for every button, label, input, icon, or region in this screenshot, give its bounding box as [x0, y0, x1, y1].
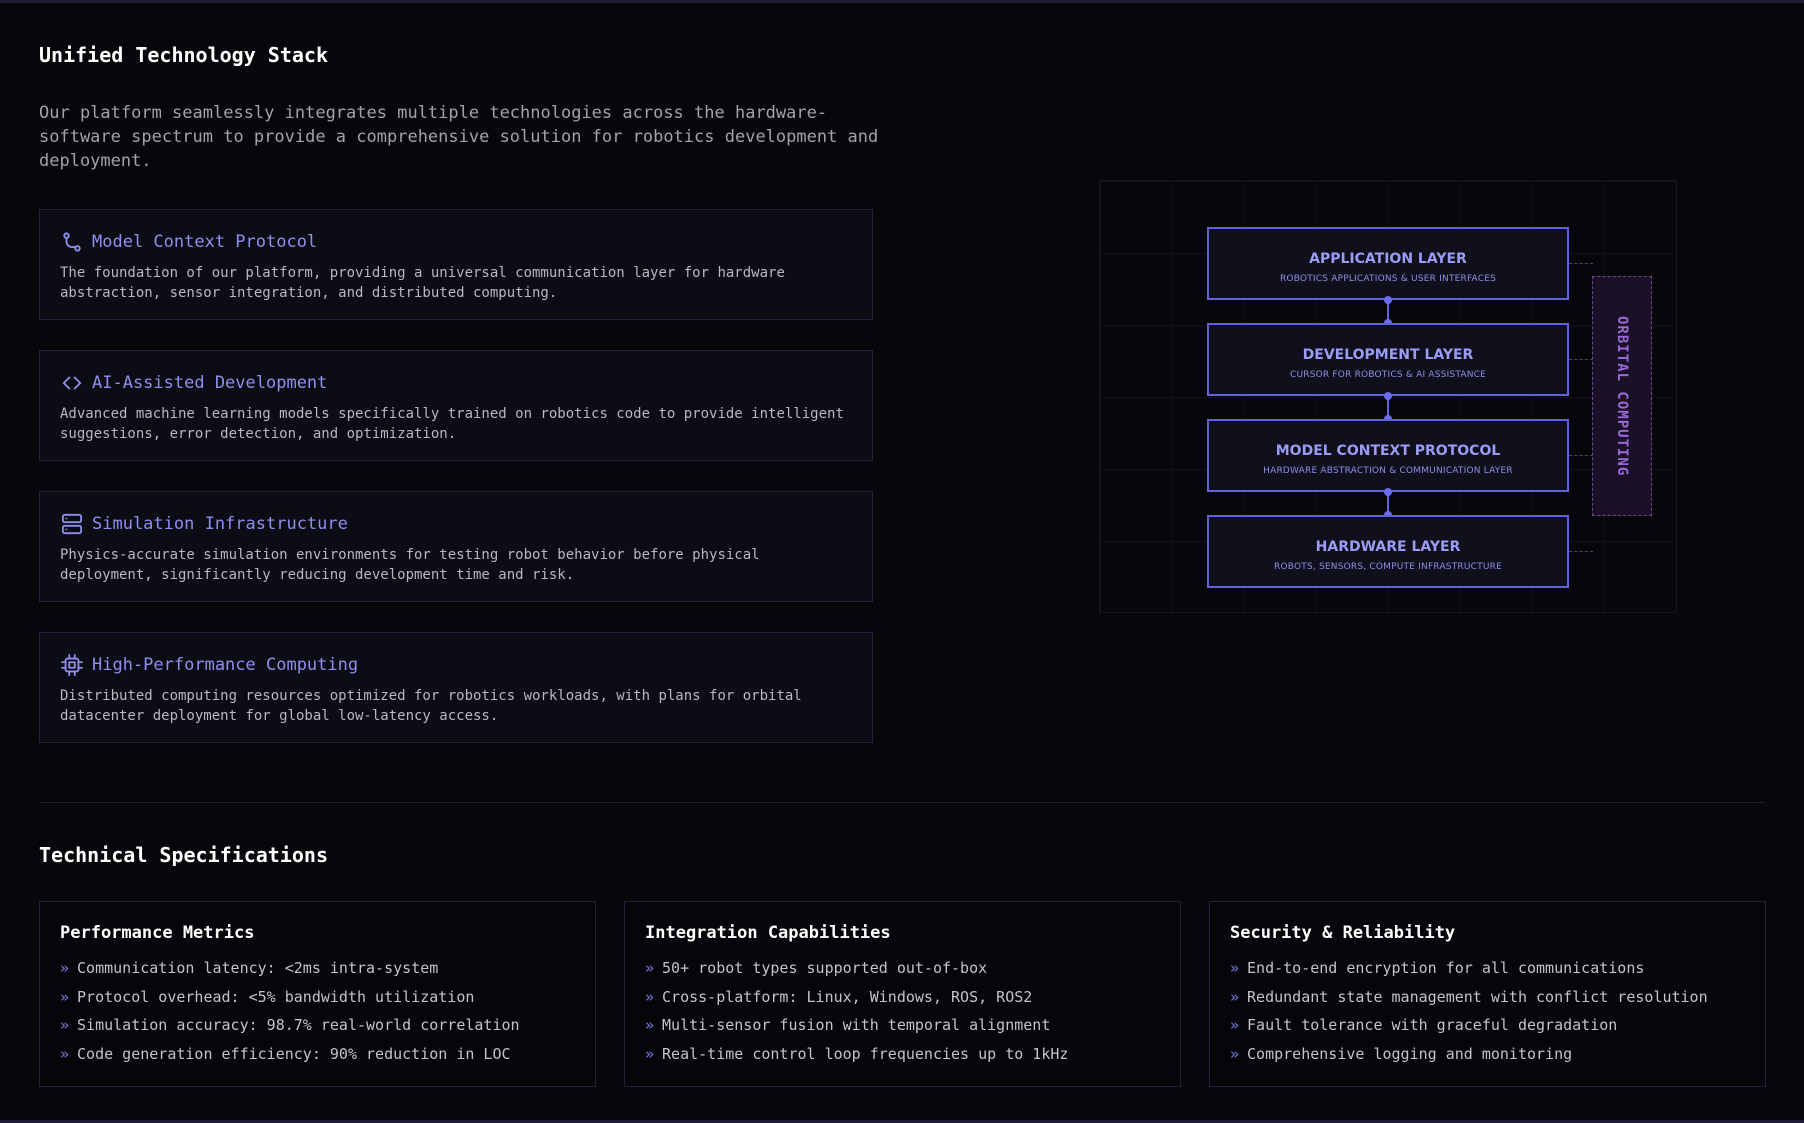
layer-hardware: HARDWARE LAYER ROBOTS, SENSORS, COMPUTE … [1207, 515, 1569, 588]
feature-description: Distributed computing resources optimize… [60, 688, 802, 724]
bullet-icon: » [645, 1016, 655, 1035]
stack-intro: Our platform seamlessly integrates multi… [39, 103, 879, 171]
layer-subtitle: CURSOR FOR ROBOTICS & AI ASSISTANCE [1289, 370, 1487, 380]
feature-title: Model Context Protocol [92, 232, 318, 252]
list-item: » End-to-end encryption for all communica… [1230, 959, 1645, 977]
feature-title: High-Performance Computing [92, 655, 359, 675]
orbital-link [1569, 359, 1593, 360]
list-item: » Real-time control loop frequencies up t… [645, 1045, 1069, 1064]
bullet-icon: » [1230, 1045, 1240, 1064]
layer-subtitle: HARDWARE ABSTRACTION & COMMUNICATION LAY… [1263, 466, 1513, 476]
feature-title: Simulation Infrastructure [92, 514, 348, 534]
bullet-icon: » [645, 959, 655, 977]
list-item: » Code generation efficiency: 90% reducti… [60, 1045, 511, 1064]
layer-title: DEVELOPMENT LAYER [1302, 347, 1474, 363]
list-item: » Comprehensive logging and monitoring [1230, 1045, 1573, 1064]
orbital-link [1569, 263, 1593, 264]
bullet-icon: » [1230, 987, 1240, 1006]
list-item: » Fault tolerance with graceful degradati… [1230, 1016, 1618, 1035]
feature-card-simulation-infrastructure: Simulation Infrastructure Physics-accura… [39, 491, 873, 602]
bullet-icon: » [1230, 1016, 1240, 1035]
bullet-icon: » [645, 987, 655, 1006]
spec-card-performance-metrics: Performance Metrics » Communication laten… [39, 901, 596, 1087]
feature-card-ai-assisted-development: AI-Assisted Development Advanced machine… [39, 350, 873, 461]
code-icon [60, 371, 84, 395]
bullet-icon: » [60, 1016, 70, 1035]
orbital-computing-label: ORBITAL COMPUTING [1614, 315, 1630, 477]
list-item: » Simulation accuracy: 98.7% real-world c… [60, 1016, 520, 1035]
layer-model-context-protocol: MODEL CONTEXT PROTOCOL HARDWARE ABSTRACT… [1207, 419, 1569, 492]
spec-card-title: Security & Reliability [1230, 923, 1456, 943]
list-item: » Communication latency: <2ms intra-syste… [60, 959, 439, 977]
spec-card-title: Integration Capabilities [645, 923, 891, 943]
orbital-link [1569, 455, 1593, 456]
spec-list: » End-to-end encryption for all communica… [1230, 958, 1745, 1073]
layer-title: APPLICATION LAYER [1309, 251, 1467, 267]
spec-list: » Communication latency: <2ms intra-syste… [60, 958, 575, 1073]
feature-description: Advanced machine learning models specifi… [60, 406, 844, 442]
list-item: » Protocol overhead: <5% bandwidth utiliz… [60, 987, 475, 1006]
git-branch-icon [60, 230, 84, 254]
bullet-icon: » [60, 959, 70, 977]
spec-card-security-reliability: Security & Reliability » End-to-end encry… [1209, 901, 1766, 1087]
feature-description: Physics-accurate simulation environments… [60, 547, 760, 583]
list-item: » Cross-platform: Linux, Windows, ROS, RO… [645, 987, 1033, 1006]
list-item: » Redundant state management with conflic… [1230, 987, 1708, 1006]
specs-title: Technical Specifications [39, 843, 328, 867]
spec-card-title: Performance Metrics [60, 923, 255, 943]
layer-title: HARDWARE LAYER [1315, 539, 1461, 555]
connector-dot [1384, 296, 1392, 304]
feature-title: AI-Assisted Development [92, 373, 328, 393]
feature-card-high-performance-computing: High-Performance Computing Distributed c… [39, 632, 873, 743]
feature-description: The foundation of our platform, providin… [60, 265, 785, 301]
stack-title: Unified Technology Stack [39, 43, 328, 67]
connector-dot [1384, 488, 1392, 496]
spec-list: » 50+ robot types supported out-of-box » C… [645, 958, 1160, 1073]
layer-subtitle: ROBOTICS APPLICATIONS & USER INTERFACES [1279, 274, 1497, 284]
bullet-icon: » [645, 1045, 655, 1064]
layer-title: MODEL CONTEXT PROTOCOL [1275, 443, 1501, 459]
spec-card-integration-capabilities: Integration Capabilities » 50+ robot type… [624, 901, 1181, 1087]
orbital-link [1569, 551, 1593, 552]
layer-subtitle: ROBOTS, SENSORS, COMPUTE INFRASTRUCTURE [1274, 562, 1502, 572]
list-item: » 50+ robot types supported out-of-box [645, 959, 988, 977]
bullet-icon: » [1230, 959, 1240, 977]
layer-application: APPLICATION LAYER ROBOTICS APPLICATIONS … [1207, 227, 1569, 300]
list-item: » Multi-sensor fusion with temporal align… [645, 1016, 1051, 1035]
server-icon [60, 512, 84, 536]
layer-development: DEVELOPMENT LAYER CURSOR FOR ROBOTICS & … [1207, 323, 1569, 396]
bullet-icon: » [60, 987, 70, 1006]
bullet-icon: » [60, 1045, 70, 1064]
feature-card-model-context-protocol: Model Context Protocol The foundation of… [39, 209, 873, 320]
section-divider [39, 802, 1765, 803]
cpu-icon [60, 653, 84, 677]
orbital-computing-box: ORBITAL COMPUTING [1592, 276, 1652, 516]
connector-dot [1384, 392, 1392, 400]
architecture-diagram: APPLICATION LAYER ROBOTICS APPLICATIONS … [1099, 180, 1677, 613]
